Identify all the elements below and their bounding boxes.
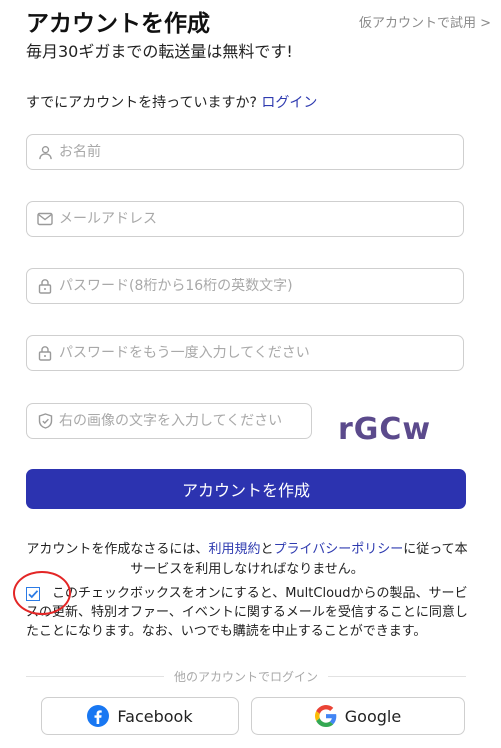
facebook-icon — [87, 705, 110, 727]
captcha-input[interactable] — [59, 413, 311, 429]
terms-text-and: と — [260, 542, 274, 557]
page-title: アカウントを作成 — [26, 11, 210, 37]
privacy-policy-link[interactable]: プライバシーポリシー — [273, 542, 403, 557]
shield-check-icon — [37, 413, 53, 429]
login-prompt: すでにアカウントを持っていますか? ログイン — [26, 92, 317, 112]
confirm-password-field[interactable] — [26, 335, 464, 371]
name-field[interactable] — [26, 134, 464, 170]
divider-line-left — [26, 675, 164, 677]
create-account-button[interactable]: アカウントを作成 — [26, 469, 466, 509]
captcha-image[interactable]: rGCw — [338, 406, 438, 442]
user-icon — [37, 144, 53, 160]
divider-label: 他のアカウントでログイン — [174, 669, 319, 684]
consent-checkbox[interactable] — [26, 587, 40, 601]
terms-of-use-link[interactable]: 利用規約 — [208, 542, 260, 557]
divider-line-right — [328, 675, 467, 677]
captcha-text: rGCw — [338, 412, 431, 442]
lock-icon — [37, 278, 53, 294]
mail-icon — [37, 211, 53, 227]
confirm-password-input[interactable] — [59, 345, 463, 361]
facebook-login-button[interactable]: Facebook — [41, 697, 239, 735]
password-field[interactable] — [26, 268, 464, 304]
google-login-button[interactable]: Google — [251, 697, 465, 735]
password-input[interactable] — [59, 278, 463, 294]
login-link[interactable]: ログイン — [261, 95, 317, 111]
email-input[interactable] — [59, 211, 463, 227]
facebook-label: Facebook — [117, 706, 193, 726]
page-subtitle: 毎月30ギガまでの転送量は無料です! — [26, 42, 293, 61]
email-field[interactable] — [26, 201, 464, 237]
checkmark-icon — [28, 590, 39, 599]
lock-icon — [37, 345, 53, 361]
name-input[interactable] — [59, 144, 463, 160]
terms-notice: アカウントを作成なさるには、利用規約とプライバシーポリシーに従って本サービスを利… — [26, 540, 468, 580]
google-label: Google — [344, 706, 402, 726]
consent-text: このチェックボックスをオンにすると、MultCloudからの製品、サービスの更新… — [26, 586, 468, 639]
google-icon — [314, 705, 337, 727]
captcha-field[interactable] — [26, 403, 312, 439]
trial-account-link[interactable]: 仮アカウントで試用 > — [359, 12, 491, 31]
social-login-divider: 他のアカウントでログイン — [26, 668, 467, 684]
terms-text-before: アカウントを作成なさるには、 — [26, 542, 209, 557]
login-prompt-text: すでにアカウントを持っていますか? — [26, 95, 262, 111]
marketing-consent: このチェックボックスをオンにすると、MultCloudからの製品、サービスの更新… — [26, 584, 468, 641]
